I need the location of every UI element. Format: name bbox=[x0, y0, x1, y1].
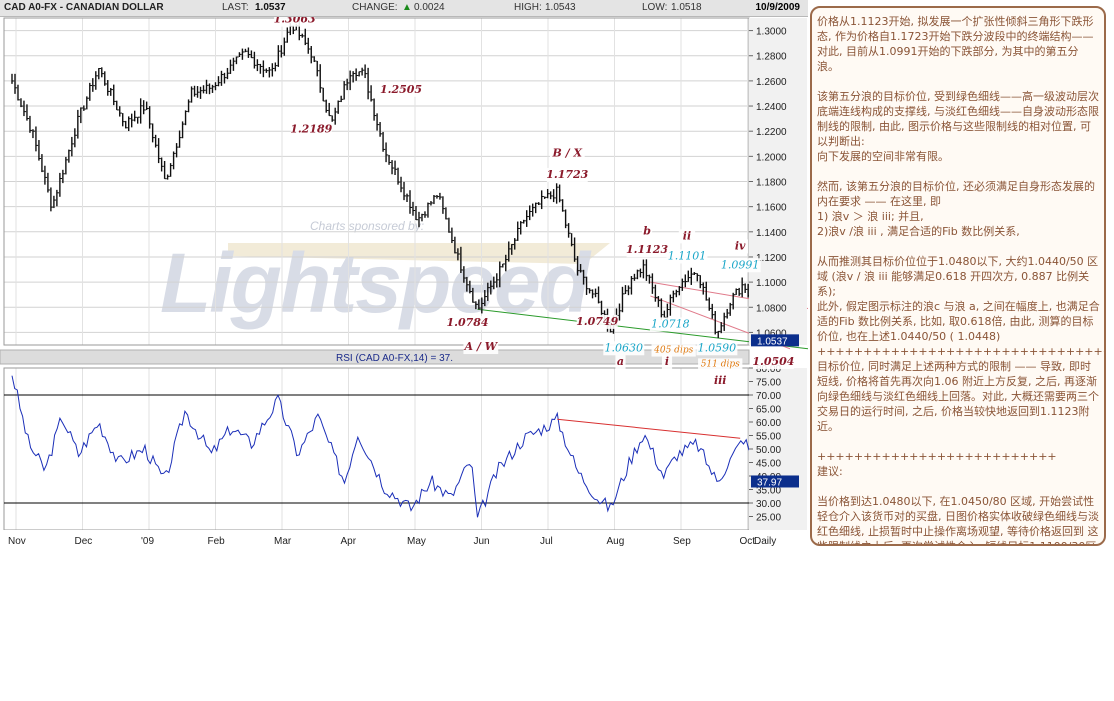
analysis-panel: 价格从1.1123开始, 拟发展一个扩张性倾斜三角形下跌形态, 作为价格自1.1… bbox=[810, 6, 1106, 546]
quote-header: CAD A0-FX - CANADIAN DOLLAR LAST: 1.0537… bbox=[0, 0, 808, 17]
x-tick-label: Nov bbox=[8, 536, 26, 547]
wave-label: ii bbox=[683, 229, 691, 242]
rsi-tick-label: 60.00 bbox=[756, 418, 781, 429]
chart-area: Charts sponsored by: Lightspeed RSI (CAD … bbox=[0, 0, 808, 552]
change-up-icon: ▲ bbox=[402, 2, 412, 13]
wave-label: 1.1101 bbox=[668, 249, 707, 262]
price-tick-label: 1.1400 bbox=[756, 228, 787, 239]
x-tick-label: Mar bbox=[274, 536, 292, 547]
wave-label: B / X bbox=[552, 146, 583, 159]
price-tick-label: 1.3000 bbox=[756, 27, 787, 38]
price-tick-label: 1.2400 bbox=[756, 102, 787, 113]
wave-labels: 1.30631.25051.2189B / X1.1723b1.1123ii1.… bbox=[274, 12, 794, 388]
wave-label: 1.0504 bbox=[752, 355, 794, 368]
wave-label: 1.1123 bbox=[626, 243, 668, 256]
rsi-tick-label: 65.00 bbox=[756, 405, 781, 416]
rsi-tick-label: 30.00 bbox=[756, 499, 781, 510]
watermark-sponsor-text: Charts sponsored by: bbox=[310, 219, 424, 233]
price-tick-label: 1.1800 bbox=[756, 178, 787, 189]
x-tick-label: Jun bbox=[474, 536, 490, 547]
wave-label: 1.2189 bbox=[290, 123, 332, 136]
x-tick-label: Dec bbox=[75, 536, 93, 547]
wave-label: 511 dips bbox=[701, 359, 740, 369]
x-tick-label: May bbox=[407, 536, 426, 547]
high-value: 1.0543 bbox=[545, 2, 576, 13]
wave-label: A / W bbox=[464, 340, 499, 353]
quote-date: 10/9/2009 bbox=[755, 2, 801, 13]
price-tick-label: 1.2600 bbox=[756, 77, 787, 88]
price-tick-label: 1.2800 bbox=[756, 52, 787, 63]
low-label: LOW: bbox=[642, 2, 668, 13]
wave-label: a bbox=[617, 355, 624, 368]
wave-label: 1.1723 bbox=[546, 168, 588, 181]
price-tick-label: 1.2200 bbox=[756, 127, 787, 138]
wave-label: b bbox=[643, 224, 651, 237]
wave-label: 1.0718 bbox=[651, 317, 690, 330]
high-label: HIGH: bbox=[514, 2, 542, 13]
last-value: 1.0537 bbox=[255, 2, 286, 13]
x-tick-label: Jul bbox=[540, 536, 553, 547]
wave-label: 1.2505 bbox=[380, 83, 422, 96]
wave-label: iv bbox=[735, 239, 746, 252]
last-price-value: 1.0537 bbox=[757, 336, 788, 347]
rsi-tick-label: 70.00 bbox=[756, 391, 781, 402]
rsi-tick-label: 75.00 bbox=[756, 378, 781, 389]
watermark: Charts sponsored by: Lightspeed bbox=[160, 219, 610, 330]
low-value: 1.0518 bbox=[671, 2, 702, 13]
wave-label: 405 dips bbox=[653, 346, 693, 356]
last-rsi-value: 37.97 bbox=[757, 477, 782, 488]
rsi-panel bbox=[4, 375, 766, 518]
rsi-tick-label: 45.00 bbox=[756, 459, 781, 470]
rsi-tick-label: 25.00 bbox=[756, 513, 781, 524]
analysis-paragraph: ++++++++++++++++++++++++++ 建议: bbox=[817, 450, 1057, 478]
x-tick-label: Oct bbox=[740, 536, 756, 547]
analysis-paragraph: 然而, 该第五分浪的目标价位, 还必须满足自身形态发展的内在要求 —— 在这里,… bbox=[817, 180, 1095, 238]
rsi-tick-label: 55.00 bbox=[756, 432, 781, 443]
rsi-tick-label: 50.00 bbox=[756, 445, 781, 456]
price-tick-label: 1.0800 bbox=[756, 303, 787, 314]
change-label: CHANGE: bbox=[352, 2, 398, 13]
wave-label: 1.0784 bbox=[446, 316, 488, 329]
price-tick-label: 1.1600 bbox=[756, 203, 787, 214]
x-tick-label: Daily bbox=[754, 536, 776, 547]
price-chart: Charts sponsored by: Lightspeed RSI (CAD … bbox=[0, 12, 808, 550]
x-tick-label: Feb bbox=[208, 536, 226, 547]
wave-label: 1.0991 bbox=[721, 258, 760, 271]
wave-label: 1.0630 bbox=[605, 341, 644, 354]
wave-label: 1.0749 bbox=[576, 315, 618, 328]
last-label: LAST: bbox=[222, 2, 249, 13]
analysis-paragraph: 从而推测其目标价位位于1.0480以下, 大约1.0440/50 区域 (浪v … bbox=[817, 255, 1106, 433]
wave-label: i bbox=[665, 355, 669, 368]
rsi-title: RSI (CAD A0-FX,14) = 37. bbox=[336, 353, 453, 364]
analysis-paragraph: 当价格到达1.0480以下, 在1.0450/80 区域, 开始尝试性轻仓介入该… bbox=[817, 495, 1099, 544]
rsi-line bbox=[11, 375, 766, 518]
rsi-divergence-line bbox=[557, 418, 741, 439]
x-tick-label: Aug bbox=[607, 536, 625, 547]
watermark-brand-text: Lightspeed bbox=[160, 236, 592, 330]
symbol-title: CAD A0-FX - CANADIAN DOLLAR bbox=[4, 2, 164, 13]
analysis-paragraph: 该第五分浪的目标价位, 受到绿色细线——高一级波动层次底端连线构成的支撑线, 与… bbox=[817, 90, 1099, 163]
analysis-paragraph: 价格从1.1123开始, 拟发展一个扩张性倾斜三角形下跌形态, 作为价格自1.1… bbox=[817, 15, 1094, 73]
x-tick-label: Sep bbox=[673, 536, 691, 547]
price-tick-label: 1.1000 bbox=[756, 278, 787, 289]
wave-label: iii bbox=[714, 374, 727, 387]
rsi-panel-border bbox=[3, 367, 750, 531]
x-tick-label: '09 bbox=[141, 536, 154, 547]
x-tick-label: Apr bbox=[341, 536, 357, 547]
price-tick-label: 1.2000 bbox=[756, 152, 787, 163]
wave-label: 1.0590 bbox=[698, 341, 737, 354]
change-value: 0.0024 bbox=[414, 2, 445, 13]
